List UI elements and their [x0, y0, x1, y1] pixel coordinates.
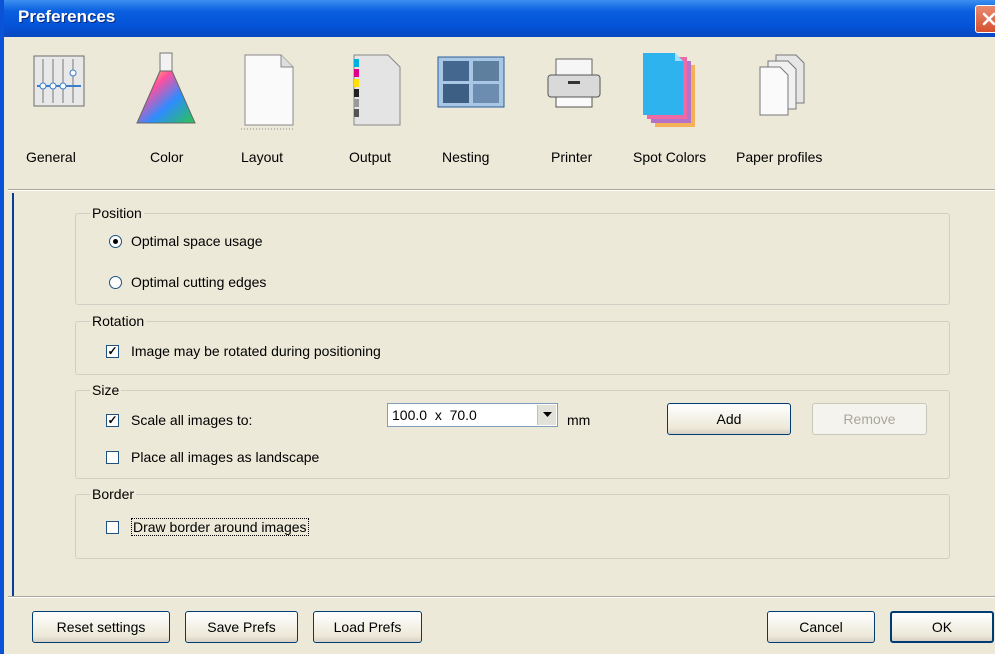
optimal-space-radio[interactable]: Optimal space usage [109, 233, 263, 249]
scale-size-select[interactable]: 100.0 x 70.0 [387, 403, 558, 427]
reset-settings-button[interactable]: Reset settings [32, 611, 170, 643]
draw-border-checkbox[interactable]: Draw border around images [106, 518, 309, 536]
border-legend: Border [92, 486, 135, 502]
position-legend: Position [92, 205, 142, 221]
optimal-space-label: Optimal space usage [131, 233, 263, 249]
rotation-legend: Rotation [92, 313, 145, 329]
add-button[interactable]: Add [667, 403, 791, 435]
dropdown-arrow-button[interactable] [537, 405, 556, 425]
optimal-cutting-label: Optimal cutting edges [131, 274, 267, 290]
remove-button[interactable]: Remove [812, 403, 927, 435]
nesting-icon [437, 56, 505, 108]
close-icon [982, 12, 995, 26]
toolbar-label-color: Color [150, 149, 184, 165]
toolbar-label-nesting: Nesting [442, 149, 490, 165]
radio-unselected-indicator [109, 275, 122, 289]
general-sliders-icon [33, 55, 85, 107]
cancel-button[interactable]: Cancel [767, 611, 875, 643]
toolbar-label-general: General [26, 149, 76, 165]
scale-label: Scale all images to: [131, 412, 253, 428]
preferences-dialog: Preferences General Color Layout Output … [0, 0, 995, 654]
color-flask-icon [136, 52, 196, 124]
spot-colors-icon [643, 53, 695, 127]
toolbar-label-spot-colors: Spot Colors [633, 149, 707, 165]
size-legend: Size [92, 382, 120, 398]
optimal-cutting-radio[interactable]: Optimal cutting edges [109, 274, 266, 290]
scale-checkbox[interactable]: ✓ Scale all images to: [106, 412, 252, 428]
checkbox-unchecked-icon [106, 450, 119, 464]
toolbar-label-layout: Layout [241, 149, 284, 165]
window-title: Preferences [18, 7, 116, 26]
position-group: Position [75, 205, 950, 305]
rotate-label: Image may be rotated during positioning [131, 343, 381, 359]
landscape-checkbox[interactable]: Place all images as landscape [106, 449, 319, 465]
footer-separator [8, 596, 995, 598]
save-prefs-button[interactable]: Save Prefs [185, 611, 298, 643]
layout-page-icon [241, 54, 295, 130]
radio-selected-indicator [109, 234, 122, 248]
printer-icon [547, 58, 601, 108]
paper-profiles-icon [759, 54, 805, 116]
unit-label: mm [567, 412, 591, 428]
checkbox-unchecked-icon [106, 520, 119, 534]
scale-size-value: 100.0 x 70.0 [392, 407, 477, 423]
title-bar[interactable]: Preferences [4, 0, 995, 37]
load-prefs-button[interactable]: Load Prefs [313, 611, 422, 643]
toolbar-separator [8, 189, 995, 191]
chevron-down-icon [542, 412, 552, 417]
ok-button[interactable]: OK [890, 611, 994, 643]
toolbar-label-output: Output [349, 149, 392, 165]
checkbox-checked-icon: ✓ [106, 343, 119, 358]
checkbox-checked-icon: ✓ [106, 412, 119, 427]
toolbar-label-printer: Printer [551, 149, 593, 165]
close-button[interactable] [975, 5, 995, 33]
output-page-icon [353, 54, 401, 126]
landscape-label: Place all images as landscape [131, 449, 320, 465]
rotate-checkbox[interactable]: ✓ Image may be rotated during positionin… [106, 343, 381, 359]
toolbar-label-paper-profiles: Paper profiles [736, 149, 823, 165]
draw-border-label: Draw border around images [131, 518, 309, 536]
preferences-toolbar: General Color Layout Output Nesting Prin… [4, 37, 995, 189]
